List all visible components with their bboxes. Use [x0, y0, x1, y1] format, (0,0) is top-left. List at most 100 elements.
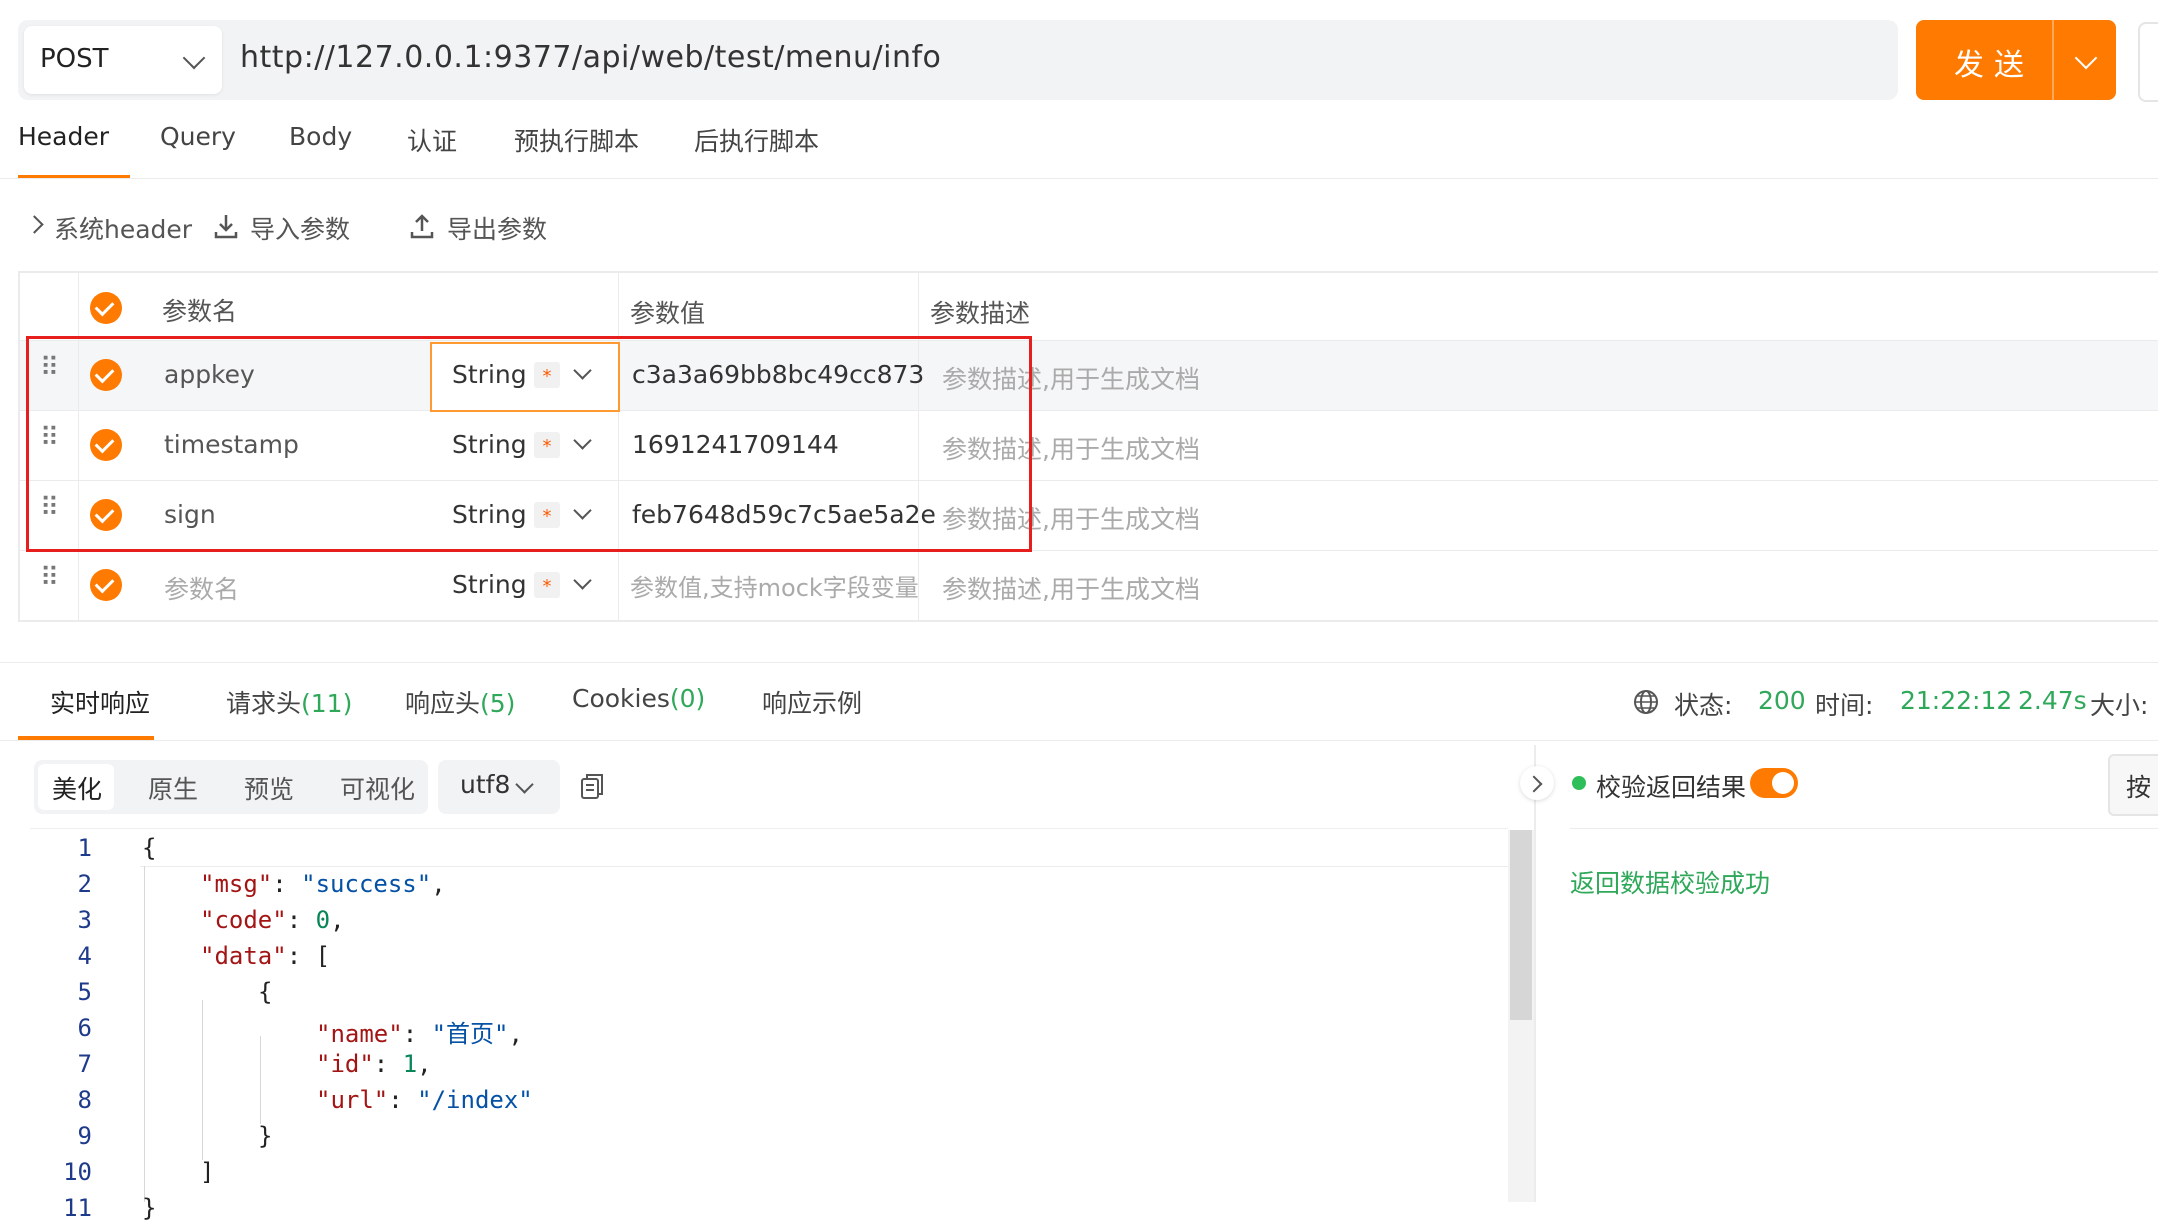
json-key: "code": [200, 906, 287, 934]
code-line: "name": "首页",: [316, 1020, 523, 1048]
validation-label: 校验返回结果: [1596, 773, 1747, 802]
line-number: 10: [63, 1158, 92, 1186]
tab-query[interactable]: Query: [160, 122, 236, 151]
encoding-value: utf8: [460, 770, 511, 799]
send-label: 发送: [1954, 48, 2034, 83]
import-icon: [214, 215, 238, 239]
code-line: "msg": "success",: [200, 870, 446, 898]
format-raw[interactable]: 原生: [148, 770, 198, 806]
indent-guide: [144, 866, 145, 1202]
table-border-top: [18, 271, 2158, 273]
column-header-value: 参数值: [630, 299, 706, 328]
tab-label: 请求头: [226, 689, 302, 718]
json-value: 0: [315, 906, 331, 934]
line-number: 5: [77, 978, 92, 1006]
json-value: "首页": [431, 1020, 509, 1048]
line-number: 9: [77, 1122, 92, 1150]
column-header-name: 参数名: [162, 297, 238, 326]
drag-handle-icon[interactable]: ⠿: [40, 565, 59, 591]
table-border-bottom: [18, 620, 2158, 622]
code-line: "code": 0,: [200, 906, 345, 934]
select-all-checkbox[interactable]: [90, 292, 122, 324]
size-label: 大小:: [2090, 691, 2149, 720]
line-number: 11: [63, 1194, 92, 1222]
validation-result: 返回数据校验成功: [1570, 869, 1771, 898]
tab-header[interactable]: Header: [18, 122, 109, 151]
tab-auth[interactable]: 认证: [407, 122, 457, 158]
status-value: 200: [1758, 686, 1806, 715]
code-line: "id": 1,: [316, 1050, 432, 1078]
status-dot: [1572, 776, 1586, 790]
new-param-desc-input[interactable]: 参数描述,用于生成文档: [942, 570, 1200, 606]
line-number: 8: [77, 1086, 92, 1114]
code-line: "url": "/index": [316, 1086, 533, 1114]
toggle-knob: [1772, 772, 1794, 794]
code-line: }: [258, 1122, 273, 1150]
tabs-divider: [0, 740, 2158, 741]
json-value: "/index": [417, 1086, 533, 1114]
editor-scrollbar-thumb[interactable]: [1510, 830, 1532, 1020]
line-number: 4: [77, 942, 92, 970]
line-number: 7: [77, 1050, 92, 1078]
export-button[interactable]: 导出参数: [447, 210, 547, 246]
tab-realtime-response[interactable]: 实时响应: [50, 684, 150, 720]
new-param-name-input[interactable]: 参数名: [164, 570, 239, 606]
tab-response-example[interactable]: 响应示例: [762, 684, 862, 720]
tab-response-headers[interactable]: 响应头(5): [405, 684, 515, 720]
column-header-desc: 参数描述: [930, 299, 1031, 328]
required-marker[interactable]: *: [534, 572, 560, 598]
indent-guide: [260, 1036, 261, 1124]
tab-pre-script[interactable]: 预执行脚本: [514, 122, 639, 158]
json-key: "msg": [200, 870, 273, 898]
tab-post-script[interactable]: 后执行脚本: [694, 122, 819, 158]
panel-header-divider: [1570, 828, 2158, 829]
url-input[interactable]: http://127.0.0.1:9377/api/web/test/menu/…: [240, 40, 941, 75]
json-value: "success": [301, 870, 432, 898]
json-key: "name": [316, 1020, 403, 1048]
send-divider: [2052, 20, 2054, 100]
tab-label: 响应头: [405, 689, 481, 718]
row-checkbox[interactable]: [90, 569, 122, 601]
tab-label: Cookies: [572, 684, 670, 713]
line-number: 2: [77, 870, 92, 898]
highlight-box: [26, 336, 1032, 552]
edge-button[interactable]: [2138, 22, 2158, 102]
count-badge: (11): [301, 689, 353, 718]
side-button-label: 按: [2126, 773, 2152, 802]
code-line: }: [142, 1194, 157, 1222]
panel-divider: [1534, 745, 1536, 1202]
format-visualize[interactable]: 可视化: [340, 770, 415, 806]
code-line: {: [142, 834, 157, 862]
line-number: 1: [77, 834, 92, 862]
code-line: "data": [: [200, 942, 331, 970]
count-badge: (5): [480, 689, 516, 718]
json-value: 1: [402, 1050, 418, 1078]
system-header-toggle[interactable]: 系统header: [54, 210, 192, 246]
json-key: "id": [316, 1050, 374, 1078]
section-divider: [0, 662, 2158, 663]
line-number: 6: [77, 1014, 92, 1042]
export-icon: [410, 214, 434, 239]
code-line: ]: [200, 1158, 215, 1186]
format-pretty[interactable]: 美化: [52, 770, 102, 806]
param-type[interactable]: String: [452, 570, 527, 599]
new-param-value-input[interactable]: 参数值,支持mock字段变量: [630, 568, 919, 603]
tabs-divider: [0, 178, 2158, 179]
method-label: POST: [40, 44, 109, 74]
chevron-down-icon: [573, 571, 592, 590]
import-button[interactable]: 导入参数: [250, 210, 350, 246]
json-key: "url": [316, 1086, 389, 1114]
tab-body[interactable]: Body: [289, 122, 352, 151]
copy-icon[interactable]: [578, 772, 606, 802]
time-value: 21:22:12: [1900, 686, 2013, 715]
duration-value: 2.47s: [2018, 686, 2087, 715]
json-key: "data": [200, 942, 287, 970]
editor-top-border: [30, 828, 1508, 829]
format-preview[interactable]: 预览: [244, 770, 294, 806]
line-number: 3: [77, 906, 92, 934]
code-line: {: [258, 978, 273, 1006]
current-line-border: [140, 866, 1508, 867]
chevron-right-icon[interactable]: [25, 215, 44, 234]
tab-request-headers[interactable]: 请求头(11): [226, 684, 352, 720]
tab-cookies[interactable]: Cookies(0): [572, 684, 705, 713]
